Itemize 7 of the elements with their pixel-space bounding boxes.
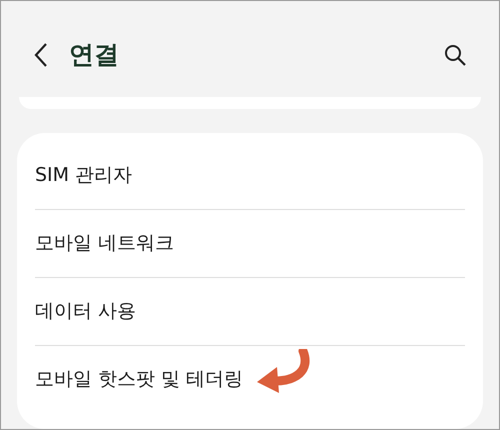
- search-icon[interactable]: [443, 43, 467, 67]
- menu-item[interactable]: 모바일 네트워크: [35, 229, 174, 258]
- menu-item[interactable]: 데이터 사용: [35, 297, 136, 326]
- back-icon[interactable]: [33, 42, 49, 68]
- menu-item[interactable]: SIM 관리자: [35, 160, 132, 190]
- menu-item[interactable]: 모바일 핫스팟 및 테더링: [35, 365, 244, 394]
- page-title: 연결: [69, 39, 119, 72]
